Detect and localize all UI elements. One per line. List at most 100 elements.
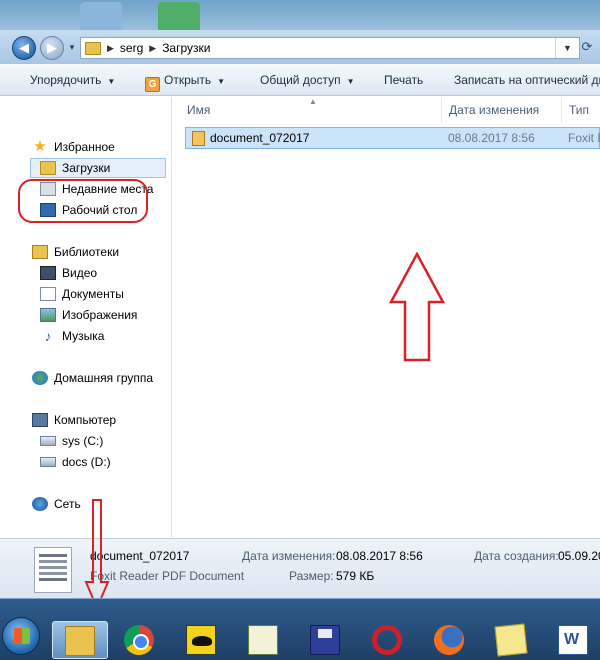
breadcrumb-item-downloads[interactable]: Загрузки (162, 41, 210, 55)
nav-drive-d[interactable]: docs (D:) (40, 453, 111, 471)
nav-music[interactable]: ♪ Музыка (40, 327, 105, 345)
nav-label: Загрузки (62, 161, 111, 175)
details-file-type: Foxit Reader PDF Document (90, 569, 245, 583)
batch-icon (186, 625, 216, 655)
nav-label: Библиотеки (54, 245, 120, 259)
details-size-value: 579 КБ (336, 569, 375, 583)
breadcrumb-separator-icon[interactable]: ▶ (149, 43, 156, 54)
annotation-oval (18, 179, 148, 223)
nav-libraries[interactable]: Библиотеки (32, 243, 119, 261)
file-name: document_072017 (210, 131, 310, 145)
burn-button[interactable]: Записать на оптический диск (454, 73, 600, 87)
nav-label: sys (C:) (62, 434, 104, 448)
details-modified-value: 08.08.2017 8:56 (336, 549, 423, 563)
nav-drive-c[interactable]: sys (C:) (40, 432, 103, 450)
drive-icon (40, 436, 56, 446)
taskbar-word[interactable] (546, 621, 600, 659)
music-icon: ♪ (44, 328, 52, 344)
sort-ascending-icon: ▲ (309, 97, 317, 106)
file-list-pane: ▲ Имя Дата изменения Тип document_072017… (173, 97, 600, 537)
breadcrumb-item-user[interactable]: serg (120, 41, 143, 55)
chevron-down-icon: ▼ (107, 77, 116, 86)
homegroup-icon (32, 371, 48, 385)
column-header-type[interactable]: Тип (569, 103, 589, 117)
file-date: 08.08.2017 8:56 (448, 131, 535, 145)
nav-label: Домашняя группа (54, 371, 154, 385)
chevron-down-icon: ▼ (217, 77, 226, 86)
downloads-folder-icon (40, 161, 56, 175)
open-button[interactable]: G Открыть ▼ (145, 73, 225, 92)
nav-favorites[interactable]: ★ Избранное (32, 138, 115, 156)
burn-label: Записать на оптический диск (454, 73, 600, 87)
nav-downloads[interactable]: Загрузки (40, 159, 110, 177)
save-icon (310, 625, 340, 655)
images-icon (40, 308, 56, 322)
column-divider[interactable] (441, 97, 442, 123)
taskbar-chrome[interactable] (112, 621, 168, 659)
star-icon: ★ (33, 138, 47, 155)
folder-icon (85, 41, 101, 55)
nav-homegroup[interactable]: Домашняя группа (32, 369, 153, 387)
opera-icon (372, 625, 402, 655)
taskbar-sticky-notes[interactable] (484, 621, 540, 659)
column-header-name[interactable]: Имя (187, 103, 210, 117)
address-dropdown-icon[interactable]: ▼ (555, 38, 579, 58)
nav-documents[interactable]: Документы (40, 285, 124, 303)
command-bar: Упорядочить ▼ G Открыть ▼ Общий доступ ▼ Печ… (0, 64, 600, 96)
libraries-icon (32, 245, 48, 259)
navigation-pane: ★ Избранное Загрузки Недавние места Рабо… (0, 97, 172, 537)
print-button[interactable]: Печать (384, 73, 423, 87)
taskbar (0, 598, 600, 660)
nav-video[interactable]: Видео (40, 264, 97, 282)
notepad-icon (248, 625, 278, 655)
organize-menu[interactable]: Упорядочить ▼ (30, 73, 115, 87)
nav-label: Музыка (62, 329, 105, 343)
nav-label: Видео (62, 266, 98, 280)
back-button[interactable]: ◀ (12, 36, 36, 60)
details-size-label: Размер: (289, 569, 334, 583)
nav-label: Документы (62, 287, 124, 301)
open-label: Открыть (164, 73, 212, 87)
refresh-icon[interactable]: ⟳ (578, 39, 596, 57)
chevron-down-icon: ▼ (346, 77, 355, 86)
document-thumbnail (34, 547, 72, 593)
nav-label: Изображения (62, 308, 138, 322)
nav-label: Компьютер (54, 413, 117, 427)
address-toolbar: ◀ ▶ ▼ ▶ serg ▶ Загрузки ▼ ⟳ (0, 30, 600, 64)
share-menu[interactable]: Общий доступ ▼ (260, 73, 355, 87)
network-icon (32, 497, 48, 511)
nav-network[interactable]: Сеть (32, 495, 81, 513)
taskbar-save[interactable] (298, 621, 354, 659)
explorer-icon (65, 626, 95, 656)
column-divider[interactable] (561, 97, 562, 123)
nav-label: Сеть (54, 497, 81, 511)
nav-images[interactable]: Изображения (40, 306, 137, 324)
file-row[interactable]: document_072017 08.08.2017 8:56 Foxit R (185, 127, 600, 149)
sticky-notes-icon (494, 623, 528, 657)
taskbar-explorer[interactable] (52, 621, 108, 659)
chrome-icon (124, 625, 154, 655)
address-bar[interactable]: ▶ serg ▶ Загрузки ▼ (80, 37, 580, 59)
details-modified-label: Дата изменения: (242, 549, 336, 563)
nav-label: docs (D:) (62, 455, 111, 469)
nav-computer[interactable]: Компьютер (32, 411, 116, 429)
breadcrumb-separator-icon[interactable]: ▶ (107, 43, 114, 54)
history-dropdown-icon[interactable]: ▼ (68, 43, 76, 52)
taskbar-batch[interactable] (174, 621, 230, 659)
taskbar-opera[interactable] (360, 621, 416, 659)
firefox-icon (434, 625, 464, 655)
file-type: Foxit R (568, 131, 600, 145)
drive-icon (40, 457, 56, 467)
nav-label: Избранное (54, 140, 115, 154)
start-button[interactable] (2, 617, 40, 655)
word-icon (558, 625, 588, 655)
taskbar-notepad[interactable] (236, 621, 292, 659)
annotation-down-arrow-icon (84, 499, 110, 610)
print-label: Печать (384, 73, 424, 87)
taskbar-firefox[interactable] (422, 621, 478, 659)
details-created-label: Дата создания: (474, 549, 559, 563)
pdf-file-icon (192, 131, 205, 146)
column-header-date[interactable]: Дата изменения (449, 103, 539, 117)
forward-button[interactable]: ▶ (40, 36, 64, 60)
video-icon (40, 266, 56, 280)
